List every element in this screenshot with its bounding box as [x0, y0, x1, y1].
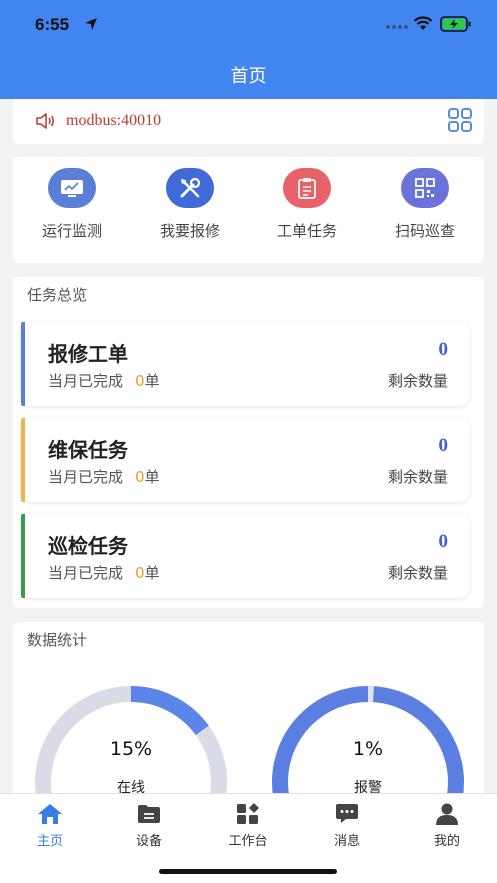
tab-label: 消息: [333, 834, 360, 849]
section-title: 数据统计: [27, 631, 88, 649]
home-indicator: [159, 869, 337, 874]
battery-charging-icon: [440, 16, 471, 32]
task-name: 报修工单: [48, 342, 128, 366]
tab-device[interactable]: 设备: [109, 802, 189, 849]
quick-actions: 运行监测 我要报修 工单任务 扫码巡查: [13, 157, 484, 263]
workbench-icon: [237, 803, 259, 824]
page-title: 首页: [230, 66, 267, 87]
home-icon: [38, 804, 62, 824]
task-sub-label: 当月已完成: [48, 564, 124, 582]
signal-dots-icon: [386, 25, 408, 29]
tab-label: 设备: [135, 834, 162, 849]
clipboard-icon: [283, 168, 331, 208]
task-done-count: 0: [135, 564, 145, 582]
quick-action-scan[interactable]: 扫码巡查: [375, 168, 475, 241]
wifi-icon: [413, 16, 433, 30]
speaker-icon: [36, 113, 54, 129]
task-color-bar: [21, 514, 25, 598]
qrcode-icon: [401, 168, 449, 208]
tab-label: 工作台: [228, 834, 268, 849]
task-remaining-count: 0: [438, 435, 449, 456]
profile-icon: [436, 803, 458, 825]
task-monthly-done: 当月已完成 0单: [48, 370, 160, 391]
quick-action-workorder[interactable]: 工单任务: [257, 168, 357, 241]
task-monthly-done: 当月已完成 0单: [48, 466, 160, 487]
gauge-percent: 1%: [352, 738, 384, 760]
tab-profile[interactable]: 我的: [407, 802, 487, 849]
repair-tools-icon: [166, 168, 214, 208]
task-item-repair[interactable]: 报修工单 当月已完成 0单 0 剩余数量: [21, 322, 470, 406]
task-remaining-label: 剩余数量: [387, 468, 448, 486]
task-done-count: 0: [135, 468, 145, 486]
task-remaining-count: 0: [438, 531, 449, 552]
task-unit: 单: [144, 468, 160, 486]
task-item-inspection[interactable]: 巡检任务 当月已完成 0单 0 剩余数量: [21, 514, 470, 598]
quick-action-monitor[interactable]: 运行监测: [22, 168, 122, 241]
task-remaining-label: 剩余数量: [387, 372, 448, 390]
gauge-percent: 15%: [109, 738, 153, 760]
task-name: 巡检任务: [48, 534, 128, 558]
section-title: 任务总览: [27, 286, 88, 304]
quick-action-label: 工单任务: [276, 222, 337, 240]
notice-bar[interactable]: modbus:40010: [13, 99, 484, 144]
location-arrow-icon: [85, 18, 97, 30]
task-color-bar: [21, 322, 25, 406]
task-item-maintenance[interactable]: 维保任务 当月已完成 0单 0 剩余数量: [21, 418, 470, 502]
task-name: 维保任务: [48, 438, 128, 462]
tab-label: 我的: [433, 834, 460, 849]
task-remaining-label: 剩余数量: [387, 564, 448, 582]
app-header: 6:55 首页: [0, 0, 497, 99]
task-overview: 任务总览 报修工单 当月已完成 0单 0 剩余数量 维保任务 当月已完成 0单 0 …: [13, 277, 484, 608]
task-sub-label: 当月已完成: [48, 372, 124, 390]
device-folder-icon: [138, 805, 160, 823]
task-monthly-done: 当月已完成 0单: [48, 562, 160, 583]
data-statistics: 数据统计 15% 在线 1% 报警: [13, 622, 484, 878]
quick-action-repair[interactable]: 我要报修: [140, 168, 240, 241]
message-icon: [336, 804, 358, 823]
quick-action-label: 运行监测: [41, 222, 102, 240]
task-unit: 单: [144, 564, 160, 582]
task-remaining-count: 0: [438, 339, 449, 360]
notice-text: modbus:40010: [66, 112, 162, 129]
tab-workbench[interactable]: 工作台: [208, 802, 288, 849]
tab-home[interactable]: 主页: [10, 802, 90, 849]
quick-action-label: 我要报修: [159, 222, 220, 240]
task-color-bar: [21, 418, 25, 502]
status-time: 6:55: [35, 15, 70, 34]
task-unit: 单: [144, 372, 160, 390]
tab-label: 主页: [36, 834, 63, 849]
grid-menu-icon[interactable]: [447, 108, 473, 132]
task-sub-label: 当月已完成: [48, 468, 124, 486]
monitor-icon: [48, 168, 96, 208]
tab-messages[interactable]: 消息: [307, 802, 387, 849]
task-done-count: 0: [135, 372, 145, 390]
quick-action-label: 扫码巡查: [394, 222, 455, 240]
status-bar: 6:55: [0, 0, 497, 50]
